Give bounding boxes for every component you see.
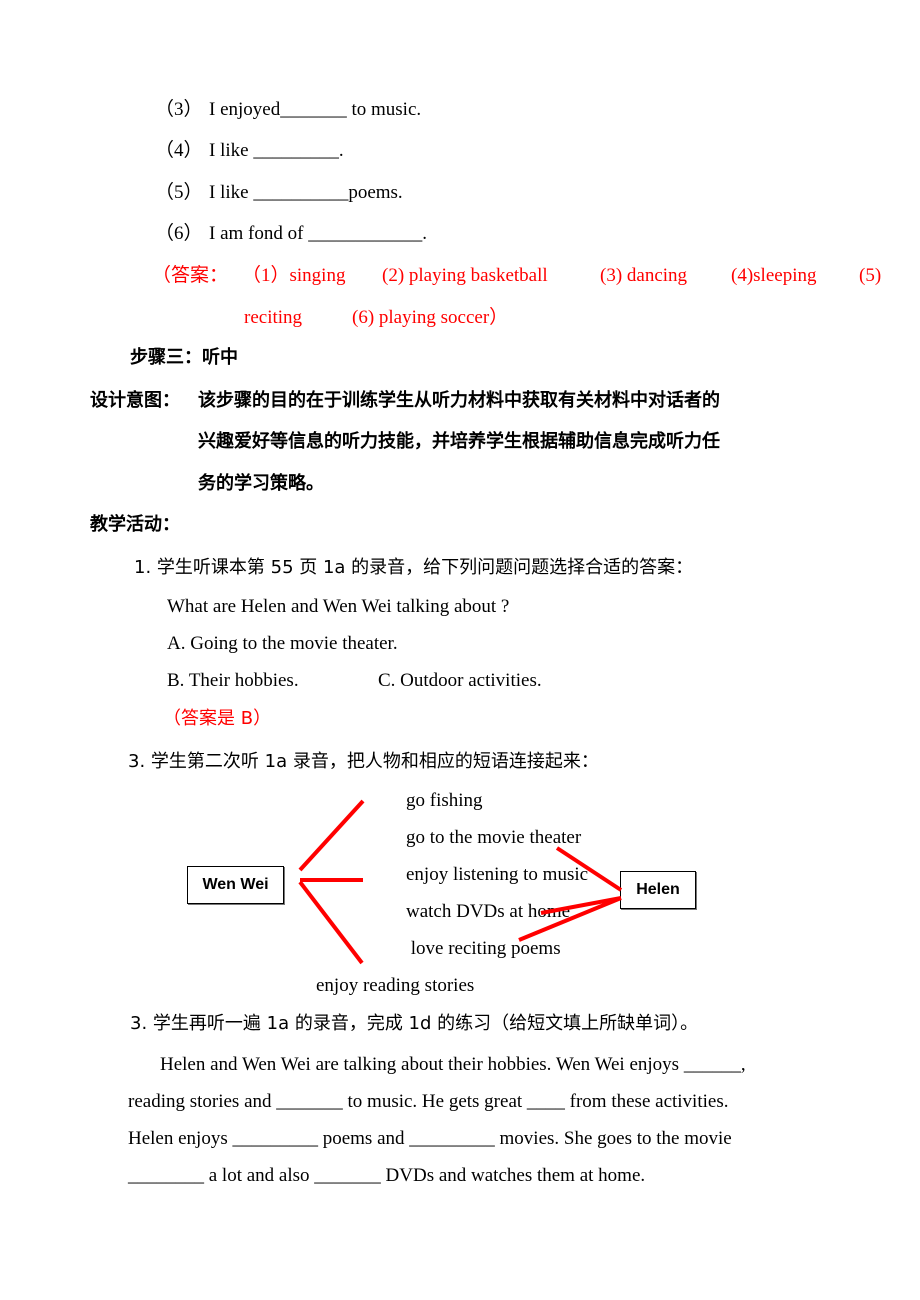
activity-3-instruction: 3. 学生再听一遍 1a 的录音，完成 1d 的练习（给短文填上所缺单词）。 <box>130 1013 699 1034</box>
item-number: （5） <box>155 182 203 203</box>
activity-1-question: What are Helen and Wen Wei talking about… <box>167 596 510 617</box>
wen-wei-box: Wen Wei <box>187 866 284 904</box>
helen-label: Helen <box>636 881 680 898</box>
answer-item: (4)sleeping <box>731 265 817 286</box>
answer-item: (6) playing soccer） <box>352 307 509 328</box>
design-intent-text: 该步骤的目的在于训练学生从听力材料中获取有关材料中对话者的 <box>198 390 720 411</box>
phrase-watch-dvds-at-home: watch DVDs at home <box>406 901 571 922</box>
fill-in-item: （6） I am fond of ____________. <box>155 222 427 246</box>
item-number: （3） <box>155 99 203 120</box>
helen-box: Helen <box>620 871 696 909</box>
activity-1-instruction: 1. 学生听课本第 55 页 1a 的录音，给下列问题问题选择合适的答案： <box>134 557 694 578</box>
item-text: I enjoyed_______ to music. <box>209 99 422 120</box>
answers-line-2: reciting (6) playing soccer） <box>0 306 920 330</box>
item-text: I like _________. <box>209 140 344 161</box>
design-intent-label: 设计意图： <box>90 390 180 411</box>
teaching-activities-label: 教学活动： <box>90 514 180 535</box>
wen-wei-label: Wen Wei <box>202 876 269 893</box>
phrase-enjoy-listening-to-music: enjoy listening to music <box>406 864 589 885</box>
passage-line: Helen enjoys _________ poems and _______… <box>128 1128 732 1149</box>
answer-item: （1）singing <box>242 265 346 286</box>
design-intent-text: 兴趣爱好等信息的听力技能，并培养学生根据辅助信息完成听力任 <box>198 431 720 452</box>
fill-in-item: （4） I like _________. <box>155 139 344 163</box>
step-three-heading: 步骤三：听中 <box>130 347 238 368</box>
item-number: （4） <box>155 140 203 161</box>
option-c: C. Outdoor activities. <box>378 670 542 691</box>
answer-item: (2) playing basketball <box>382 265 548 286</box>
item-text: I like __________poems. <box>209 182 403 203</box>
phrase-go-fishing: go fishing <box>406 790 483 811</box>
answers-line-1: （答案： （1）singing (2) playing basketball (… <box>0 264 920 288</box>
phrase-go-to-movie-theater: go to the movie theater <box>406 827 582 848</box>
activity-1-answer: （答案是 B） <box>163 708 272 729</box>
item-number: （6） <box>155 223 203 244</box>
line-wenwei-reading-stories <box>298 880 364 965</box>
fill-in-item: （3） I enjoyed_______ to music. <box>155 98 421 122</box>
passage-line: Helen and Wen Wei are talking about thei… <box>160 1054 746 1075</box>
design-intent-text: 务的学习策略。 <box>198 473 324 494</box>
answer-item: (3) dancing <box>600 265 688 286</box>
fill-in-item: （5） I like __________poems. <box>155 181 403 205</box>
phrase-love-reciting-poems: love reciting poems <box>406 938 561 959</box>
answers-prefix: （答案： <box>152 265 229 286</box>
option-a: A. Going to the movie theater. <box>167 633 398 654</box>
item-text: I am fond of ____________. <box>209 223 427 244</box>
answer-item: (5) <box>859 265 882 286</box>
passage-line: reading stories and _______ to music. He… <box>128 1091 729 1112</box>
line-wenwei-go-fishing <box>298 799 365 872</box>
passage-line: ________ a lot and also _______ DVDs and… <box>128 1165 646 1186</box>
option-b: B. Their hobbies. <box>167 670 299 691</box>
phrase-enjoy-reading-stories: enjoy reading stories <box>316 975 475 996</box>
answer-item: reciting <box>244 307 303 328</box>
activity-2-instruction: 3. 学生第二次听 1a 录音，把人物和相应的短语连接起来： <box>128 751 599 772</box>
